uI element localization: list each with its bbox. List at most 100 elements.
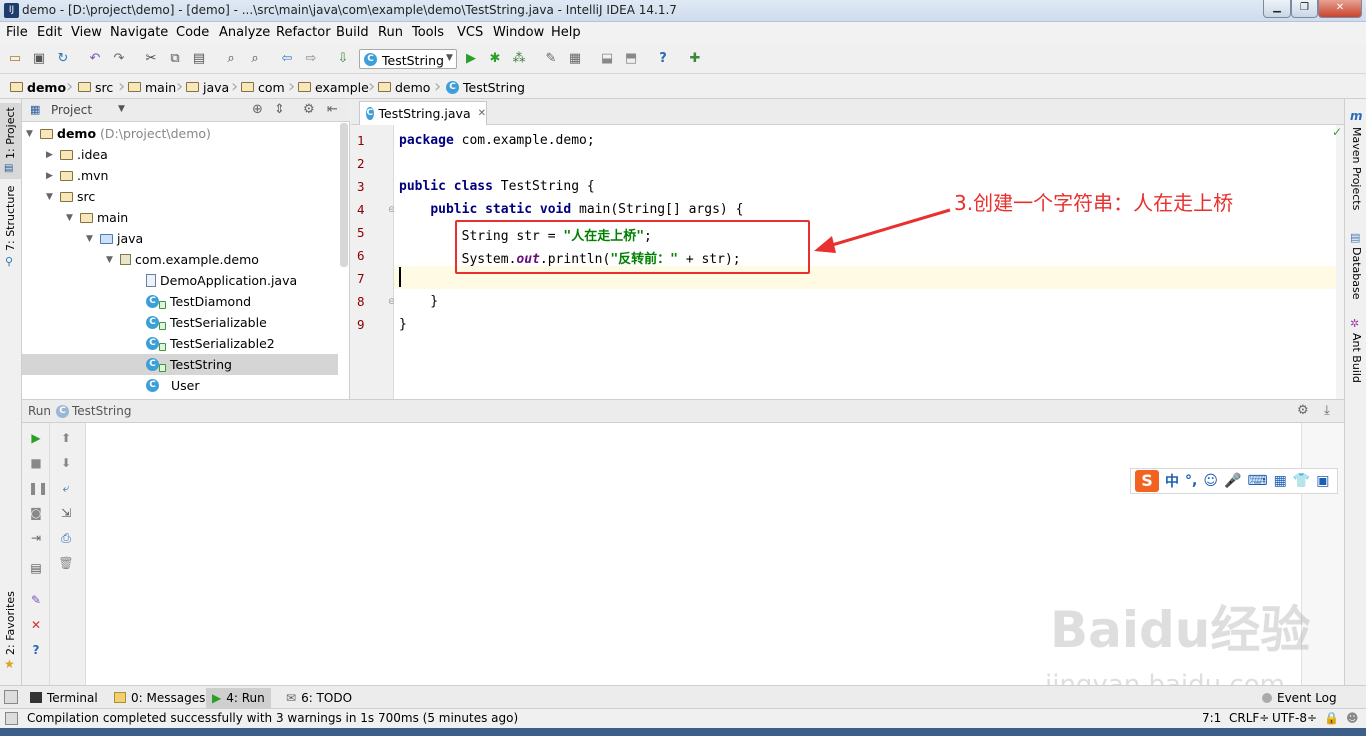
- inspector-icon[interactable]: ☻: [1346, 711, 1359, 725]
- maven-projects-tab[interactable]: m Maven Projects: [1345, 107, 1366, 217]
- tab-todo[interactable]: ✉ 6: TODO: [286, 689, 352, 706]
- file-encoding[interactable]: UTF-8÷: [1272, 711, 1317, 725]
- menu-help[interactable]: Help: [551, 25, 581, 40]
- exit-icon[interactable]: ⇥: [28, 531, 44, 545]
- print-icon[interactable]: ⎙: [58, 531, 74, 545]
- breadcrumb-demo[interactable]: demo: [10, 79, 66, 95]
- undo-icon[interactable]: ↶: [86, 50, 104, 68]
- maximize-icon[interactable]: ❐: [1291, 0, 1318, 18]
- down-arrow-icon[interactable]: ⬇: [58, 456, 74, 470]
- up-arrow-icon[interactable]: ⬆: [58, 431, 74, 445]
- project-tool-tab[interactable]: 1: Project ▤: [0, 103, 21, 179]
- skin-icon[interactable]: 👕: [1293, 473, 1310, 489]
- project-scrollbar[interactable]: [340, 123, 348, 267]
- lock-icon[interactable]: 🔒: [1324, 711, 1339, 725]
- gear-icon[interactable]: ⚙: [1297, 403, 1309, 418]
- breadcrumb-main[interactable]: main: [128, 79, 176, 95]
- hide-panel-icon[interactable]: ⤓: [1324, 403, 1330, 418]
- ime-punctuation-toggle[interactable]: °,: [1185, 473, 1197, 489]
- menu-window[interactable]: Window: [493, 25, 544, 40]
- help-icon[interactable]: ?: [654, 50, 672, 68]
- debug-icon[interactable]: ✱: [486, 50, 504, 68]
- tree-item-demoapplication[interactable]: DemoApplication.java: [146, 270, 297, 291]
- settings-wrench-icon[interactable]: ✎: [542, 50, 560, 68]
- menu-tools[interactable]: Tools: [412, 25, 444, 40]
- menu-analyze[interactable]: Analyze: [219, 25, 270, 40]
- sync-icon[interactable]: ↻: [54, 50, 72, 68]
- scroll-to-end-icon[interactable]: ⇲: [58, 506, 74, 520]
- menu-code[interactable]: Code: [176, 25, 209, 40]
- chevron-down-icon[interactable]: ▼: [118, 104, 125, 114]
- tab-run[interactable]: ▶ 4: Run: [206, 688, 271, 708]
- project-structure-icon[interactable]: ▦: [566, 50, 584, 68]
- soft-wrap-icon[interactable]: ⤶: [58, 481, 74, 495]
- rerun-icon[interactable]: ▶: [28, 431, 44, 445]
- sogou-logo-icon[interactable]: S: [1135, 470, 1159, 492]
- scroll-from-source-icon[interactable]: ⊕: [252, 102, 263, 117]
- tab-terminal[interactable]: Terminal: [30, 689, 98, 706]
- save-icon[interactable]: ▣: [30, 50, 48, 68]
- close-window-icon[interactable]: ✕: [1318, 0, 1362, 18]
- open-folder-icon[interactable]: ▭: [6, 50, 24, 68]
- run-configuration-select[interactable]: C TestString ▼: [359, 49, 457, 69]
- microphone-icon[interactable]: 🎤: [1224, 473, 1241, 489]
- replace-icon[interactable]: ⌕: [246, 50, 264, 68]
- caret-position[interactable]: 7:1: [1202, 711, 1221, 725]
- breadcrumb-teststring[interactable]: C TestString: [446, 79, 525, 95]
- tools-icon[interactable]: ▦: [1274, 473, 1287, 489]
- breadcrumb-src[interactable]: src: [78, 79, 113, 95]
- tree-item-mvn[interactable]: ▶ .mvn: [46, 165, 108, 186]
- plugin-icon[interactable]: ✚: [686, 50, 704, 68]
- tree-item-testserializable[interactable]: C TestSerializable: [146, 312, 267, 333]
- menu-view[interactable]: View: [71, 25, 102, 40]
- ant-build-tab[interactable]: ✲ Ant Build: [1345, 315, 1366, 385]
- menu-vcs[interactable]: VCS: [457, 25, 483, 40]
- breadcrumb-java[interactable]: java: [186, 79, 229, 95]
- breadcrumb-com[interactable]: com: [241, 79, 285, 95]
- keyboard-icon[interactable]: ⌨: [1247, 473, 1267, 489]
- menu-run[interactable]: Run: [378, 25, 403, 40]
- structure-tool-tab[interactable]: 7: Structure ⚲: [0, 186, 21, 273]
- menu-refactor[interactable]: Refactor: [276, 25, 331, 40]
- redo-icon[interactable]: ↷: [110, 50, 128, 68]
- tree-item-idea[interactable]: ▶ .idea: [46, 144, 108, 165]
- tree-item-testserializable2[interactable]: C TestSerializable2: [146, 333, 275, 354]
- android-sdk-icon[interactable]: ⬓: [598, 50, 616, 68]
- tree-item-teststring[interactable]: C TestString: [146, 354, 232, 375]
- copy-icon[interactable]: ⧉: [166, 50, 184, 68]
- paste-icon[interactable]: ▤: [190, 50, 208, 68]
- tree-item-java[interactable]: ▼ java: [86, 228, 143, 249]
- menu-build[interactable]: Build: [336, 25, 369, 40]
- forward-icon[interactable]: ⇨: [302, 50, 320, 68]
- make-project-icon[interactable]: ⇩: [334, 50, 352, 68]
- run-tab-teststring[interactable]: TestString: [72, 404, 131, 418]
- tree-item-package[interactable]: ▼ com.example.demo: [106, 249, 259, 270]
- editor-scrollbar[interactable]: ✓: [1332, 125, 1344, 399]
- menu-navigate[interactable]: Navigate: [110, 25, 168, 40]
- pause-icon[interactable]: ❚❚: [28, 481, 48, 495]
- tool-windows-icon[interactable]: [4, 690, 18, 704]
- tree-item-testdiamond[interactable]: C TestDiamond: [146, 291, 251, 312]
- tree-item-main[interactable]: ▼ main: [66, 207, 128, 228]
- menu-edit[interactable]: Edit: [37, 25, 62, 40]
- project-view-select[interactable]: Project: [51, 103, 92, 117]
- layout-icon[interactable]: ▤: [28, 561, 44, 575]
- tree-item-demo[interactable]: ▼ demo (D:\project\demo): [26, 123, 211, 144]
- favorites-tool-tab[interactable]: 2: Favorites ★: [0, 591, 21, 681]
- status-toggle-icon[interactable]: [5, 712, 18, 725]
- breadcrumb-example[interactable]: example: [298, 79, 369, 95]
- ime-language-toggle[interactable]: 中: [1165, 471, 1179, 491]
- emoji-icon[interactable]: ☺: [1203, 473, 1218, 489]
- android-device-icon[interactable]: ⬒: [622, 50, 640, 68]
- help-icon[interactable]: ?: [28, 643, 44, 657]
- tree-item-src[interactable]: ▼ src: [46, 186, 95, 207]
- event-log-button[interactable]: Event Log: [1262, 689, 1337, 706]
- stop-icon[interactable]: ■: [28, 456, 44, 470]
- minimize-icon[interactable]: ▁: [1263, 0, 1291, 18]
- clear-all-icon[interactable]: 🗑: [58, 556, 74, 570]
- coverage-icon[interactable]: ⁂: [510, 50, 528, 68]
- breadcrumb-demo-package[interactable]: demo: [378, 79, 430, 95]
- close-run-icon[interactable]: ✕: [28, 618, 44, 632]
- dump-threads-icon[interactable]: ◙: [28, 506, 44, 520]
- line-separator[interactable]: CRLF÷: [1229, 711, 1269, 725]
